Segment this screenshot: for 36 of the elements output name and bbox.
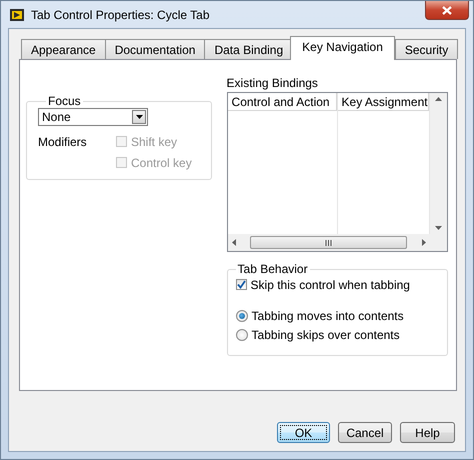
vertical-scrollbar[interactable] [430, 93, 447, 234]
list-label: Existing Bindings [226, 76, 319, 90]
close-icon [442, 6, 452, 14]
radio-button[interactable] [236, 310, 248, 322]
group-label: Focus [47, 94, 82, 108]
scroll-up-icon [435, 97, 442, 101]
tab[interactable]: Appearance [21, 39, 106, 59]
checkbox[interactable] [236, 279, 247, 290]
modifiers-label: Modifiers [38, 134, 88, 148]
column-header[interactable]: Key Assignment [338, 93, 429, 111]
tab[interactable]: Security [394, 39, 458, 59]
scroll-right-icon [422, 239, 426, 246]
bindings-list[interactable]: Control and Action Key Assignment [226, 92, 448, 252]
radio-button[interactable] [236, 328, 248, 340]
radio-label: Tabbing moves into contents [252, 308, 404, 322]
scroll-thumb[interactable] [250, 236, 408, 249]
group-label: Tab Behavior [236, 262, 309, 276]
column-header[interactable]: Control and Action [228, 93, 337, 111]
dialog-button[interactable]: OK [277, 422, 330, 443]
horizontal-scrollbar[interactable] [228, 234, 430, 251]
radio-label: Tabbing skips over contents [252, 328, 400, 342]
dropdown-arrow-icon [136, 115, 142, 119]
grip-icon [325, 240, 332, 246]
dialog-button[interactable]: Help [400, 422, 455, 443]
close-button[interactable] [425, 1, 469, 20]
scroll-left-icon [232, 239, 236, 246]
dialog-button[interactable]: Cancel [338, 422, 392, 443]
window-title: Tab Control Properties: Cycle Tab [31, 8, 210, 22]
checkbox-label: Shift key [131, 134, 178, 148]
focus-dropdown[interactable]: None [38, 108, 148, 126]
checkbox-label: Control key [131, 156, 192, 170]
tab[interactable]: Documentation [104, 39, 206, 59]
tab[interactable]: Key Navigation [290, 36, 395, 60]
app-icon [9, 8, 25, 22]
checkbox-label: Skip this control when tabbing [250, 278, 410, 292]
scroll-down-icon [435, 226, 442, 230]
